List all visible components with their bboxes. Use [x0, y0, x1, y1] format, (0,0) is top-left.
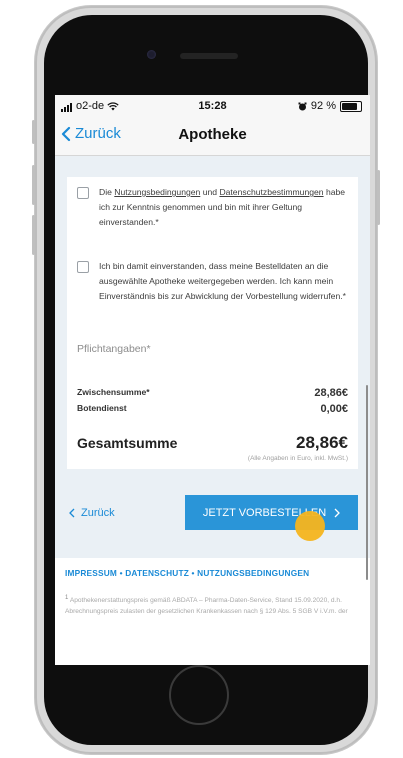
- navigation-bar: Zurück Apotheke: [55, 117, 370, 156]
- volume-up-button: [32, 165, 35, 205]
- earpiece: [180, 53, 238, 59]
- mute-switch: [32, 120, 35, 144]
- chevron-left-icon: [69, 508, 75, 518]
- home-button[interactable]: [169, 665, 229, 725]
- footnote-text: Apothekenerstattungspreis gemäß ABDATA –…: [65, 597, 348, 615]
- volume-down-button: [32, 215, 35, 255]
- price-note: (Alle Angaben in Euro, inkl. MwSt.): [247, 455, 348, 462]
- subtotal-value: 28,86€: [314, 387, 348, 399]
- total-row: Gesamtsumme 28,86€: [77, 433, 348, 453]
- total-label: Gesamtsumme: [77, 435, 178, 451]
- terms-link[interactable]: Nutzungsbedingungen: [114, 187, 200, 197]
- page-title: Apotheke: [178, 126, 247, 143]
- delivery-value: 0,00€: [320, 403, 348, 415]
- footnote-mark: 1: [65, 595, 69, 601]
- scrollbar[interactable]: [366, 385, 368, 580]
- preorder-button[interactable]: JETZT VORBESTELLEN: [185, 495, 358, 530]
- front-camera: [147, 50, 156, 59]
- privacy-link[interactable]: Datenschutzbestimmungen: [219, 187, 323, 197]
- screen: o2-de 15:28 92 % Zurück Apotheke Die Nut…: [55, 95, 370, 665]
- battery-icon: [340, 100, 362, 112]
- data-consent-row: Ich bin damit einverstanden, dass meine …: [77, 259, 349, 304]
- data-consent-text: Ich bin damit einverstanden, dass meine …: [99, 261, 346, 301]
- power-button: [377, 170, 380, 225]
- total-value: 28,86€: [296, 433, 348, 452]
- terms-prefix: Die: [99, 187, 115, 197]
- subtotal-label: Zwischensumme*: [77, 387, 150, 397]
- footer: IMPRESSUM • DATENSCHUTZ • NUTZUNGSBEDING…: [55, 558, 370, 665]
- terms-mid: und: [200, 187, 220, 197]
- tap-indicator: [295, 511, 325, 541]
- required-fields-hint: Pflichtangaben*: [77, 343, 151, 355]
- battery-percent: 92 %: [310, 100, 336, 112]
- order-card: Die Nutzungsbedingungen und Datenschutzb…: [67, 177, 358, 469]
- status-right: 92 %: [298, 100, 362, 112]
- terms-consent-text: Die Nutzungsbedingungen und Datenschutzb…: [99, 185, 349, 230]
- subtotal-row: Zwischensumme* 28,86€: [77, 387, 348, 399]
- status-bar: o2-de 15:28 92 %: [55, 95, 370, 117]
- terms-checkbox[interactable]: [77, 187, 89, 199]
- back-button[interactable]: Zurück: [69, 507, 115, 519]
- terms-consent-row: Die Nutzungsbedingungen und Datenschutzb…: [77, 185, 349, 230]
- footer-link-impressum[interactable]: IMPRESSUM: [65, 568, 117, 578]
- data-consent-checkbox[interactable]: [77, 261, 89, 273]
- footnote: 1 Apothekenerstattungspreis gemäß ABDATA…: [65, 593, 355, 617]
- back-button-label: Zurück: [81, 507, 115, 519]
- delivery-row: Botendienst 0,00€: [77, 403, 348, 415]
- delivery-label: Botendienst: [77, 403, 127, 413]
- alarm-icon: [298, 102, 307, 110]
- footer-link-nutzungsbedingungen[interactable]: NUTZUNGSBEDINGUNGEN: [197, 568, 309, 578]
- battery-level: [342, 102, 357, 110]
- chevron-right-icon: [334, 508, 341, 517]
- footer-links: IMPRESSUM • DATENSCHUTZ • NUTZUNGSBEDING…: [65, 568, 309, 578]
- footer-link-datenschutz[interactable]: DATENSCHUTZ: [125, 568, 189, 578]
